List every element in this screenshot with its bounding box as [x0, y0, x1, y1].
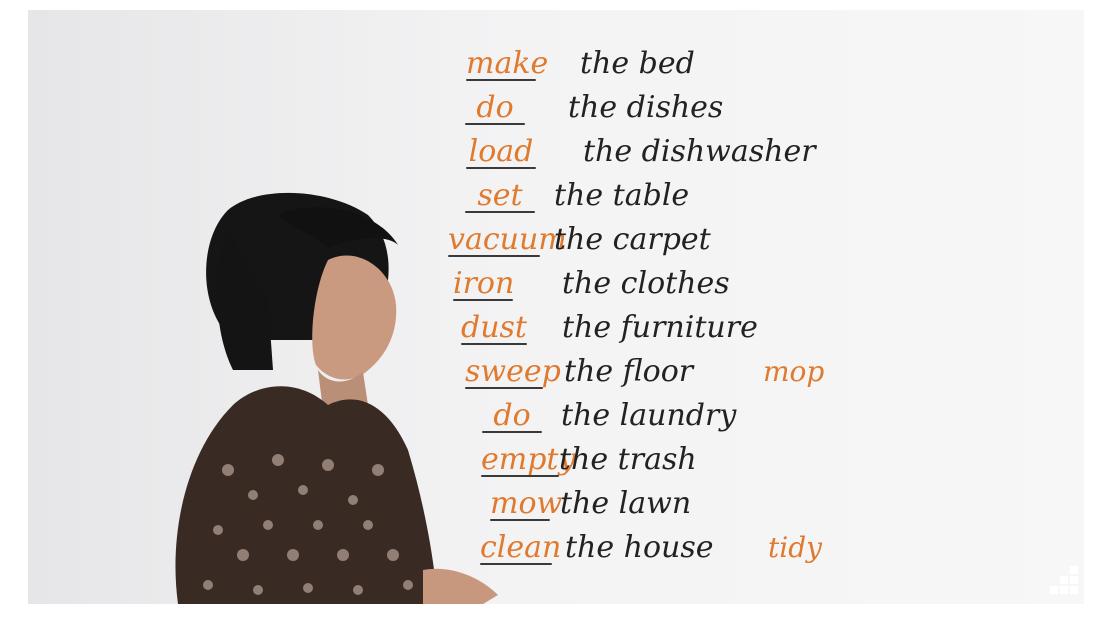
fullscreen-icon[interactable]	[1046, 564, 1080, 598]
list-item: dust the furniture	[28, 308, 1084, 348]
blank-underline	[465, 211, 535, 213]
list-item: vacuum the carpet	[28, 220, 1084, 260]
verb-text: dust	[461, 310, 527, 345]
verb-text: do	[465, 88, 525, 128]
list-item: do the laundry	[28, 396, 1084, 436]
alternate-verb-text: mop	[763, 355, 825, 388]
list-item: set the table	[28, 176, 1084, 216]
blank-underline	[466, 167, 536, 169]
blank-underline	[453, 299, 513, 301]
list-item: mow the lawn	[28, 484, 1084, 524]
list-item: load the dishwasher	[28, 132, 1084, 172]
phrase-text: the clothes	[562, 266, 730, 301]
phrase-text: the dishes	[568, 90, 724, 125]
alternate-verb-text: tidy	[768, 531, 822, 564]
blank-underline	[481, 475, 559, 477]
phrase-text: the bed	[580, 46, 695, 81]
blank-underline	[480, 563, 552, 565]
blank-underline	[490, 519, 550, 521]
blank-underline	[461, 343, 527, 345]
phrase-text: the table	[554, 178, 690, 213]
verb-text: make	[466, 46, 549, 81]
phrase-text: the laundry	[561, 398, 737, 433]
list-item: do the dishes	[28, 88, 1084, 128]
verb-text: do	[482, 396, 542, 436]
phrase-text: the lawn	[560, 486, 692, 521]
list-item: sweep the floor mop	[28, 352, 1084, 392]
verb-text: empty	[481, 442, 576, 477]
blank-underline	[448, 255, 540, 257]
verb-text: vacuum	[448, 222, 567, 257]
verb-text: iron	[453, 266, 515, 301]
phrase-text: the floor	[564, 354, 694, 389]
phrase-text: the dishwasher	[583, 134, 816, 169]
phrase-text: the trash	[559, 442, 697, 477]
list-item: iron the clothes	[28, 264, 1084, 304]
list-item: make the bed	[28, 44, 1084, 84]
list-item: clean the house tidy	[28, 528, 1084, 568]
verb-text: load	[466, 132, 536, 172]
phrase-text: the furniture	[562, 310, 758, 345]
video-frame[interactable]: make the bed do the dishes load the dishwashe…	[28, 10, 1084, 604]
verb-text: sweep	[465, 354, 561, 389]
phrase-text: the carpet	[554, 222, 711, 257]
verb-text: mow	[490, 486, 563, 521]
blank-underline	[465, 123, 525, 125]
verb-text: set	[465, 176, 535, 216]
phrase-text: the house	[565, 530, 714, 565]
verb-text: clean	[480, 530, 562, 565]
blank-underline	[466, 79, 536, 81]
list-item: empty the trash	[28, 440, 1084, 480]
blank-underline	[465, 387, 543, 389]
blank-underline	[482, 431, 542, 433]
